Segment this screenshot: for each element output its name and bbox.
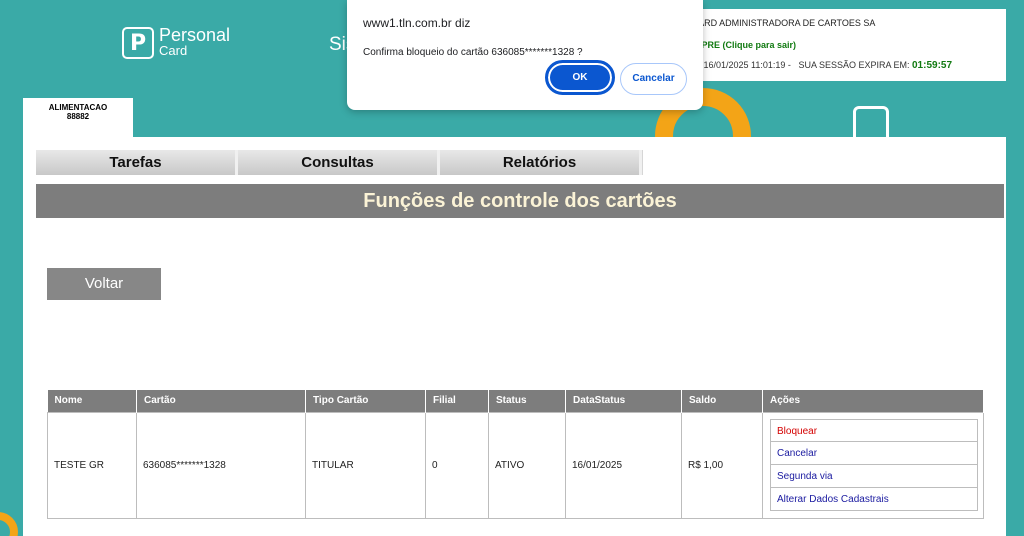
menu-relatorios[interactable]: Relatórios [440, 150, 642, 175]
cell-datastatus: 16/01/2025 [565, 411, 682, 519]
table-row: TESTE GR 636085*******1328 TITULAR 0 ATI… [47, 411, 984, 519]
cell-cartao: 636085*******1328 [136, 411, 306, 519]
card-type-code: 88882 [66, 112, 90, 121]
company-code: 8882 [678, 29, 1006, 40]
action-bloquear[interactable]: Bloquear [770, 419, 978, 442]
session-info-box: UL CARD ADMINISTRADORA DE CARTOES SA 888… [650, 9, 1006, 81]
col-status: Status [488, 390, 566, 412]
menu-consultas[interactable]: Consultas [238, 150, 440, 175]
dialog-title: www1.tln.com.br diz [363, 16, 471, 30]
logo-mark-icon: P [122, 27, 154, 59]
decorative-orange-corner [0, 512, 18, 536]
user-logout-link[interactable]: ESTEPRE (Clique para sair) [678, 40, 1006, 51]
col-cartao: Cartão [136, 390, 306, 412]
action-cancelar[interactable]: Cancelar [770, 442, 978, 465]
cell-tipo: TITULAR [305, 411, 426, 519]
logo-text-line1: Personal [159, 25, 231, 45]
action-alterar-dados[interactable]: Alterar Dados Cadastrais [770, 488, 978, 511]
cards-table: Nome Cartão Tipo Cartão Filial Status Da… [47, 390, 984, 519]
table-header-row: Nome Cartão Tipo Cartão Filial Status Da… [47, 390, 984, 412]
cell-nome: TESTE GR [47, 411, 137, 519]
dialog-cancel-button[interactable]: Cancelar [620, 63, 687, 95]
col-filial: Filial [425, 390, 489, 412]
cell-saldo: R$ 1,00 [681, 411, 763, 519]
cell-acoes: Bloquear Cancelar Segunda via Alterar Da… [762, 411, 984, 519]
col-datastatus: DataStatus [565, 390, 682, 412]
col-tipo-cartao: Tipo Cartão [305, 390, 426, 412]
card-type-tab[interactable]: ALIMENTACAO 88882 [23, 98, 133, 140]
card-type-name: ALIMENTACAO [48, 103, 108, 112]
menu-tarefas[interactable]: Tarefas [36, 150, 238, 175]
session-line: O EM 16/01/2025 11:01:19 - SUA SESSÃO EX… [678, 60, 1006, 71]
dialog-ok-button[interactable]: OK [545, 60, 615, 95]
dialog-message: Confirma bloqueio do cartão 636085******… [363, 47, 583, 58]
logo-text-line2: Card [159, 43, 188, 58]
action-segunda-via[interactable]: Segunda via [770, 465, 978, 488]
main-panel: Tarefas Consultas Relatórios Funções de … [23, 137, 1006, 536]
voltar-button[interactable]: Voltar [47, 268, 161, 300]
confirm-dialog: www1.tln.com.br diz Confirma bloqueio do… [347, 0, 703, 110]
page-title: Funções de controle dos cartões [36, 184, 1004, 218]
logo-text: Personal Card [159, 25, 231, 58]
main-menu: Tarefas Consultas Relatórios [36, 150, 643, 175]
col-saldo: Saldo [681, 390, 763, 412]
col-nome: Nome [47, 390, 137, 412]
cell-status: ATIVO [488, 411, 566, 519]
session-expiry-label: SUA SESSÃO EXPIRA EM: [798, 60, 910, 70]
personal-card-logo: P Personal Card [122, 25, 231, 59]
session-expiry-time: 01:59:57 [912, 60, 953, 71]
col-acoes: Ações [762, 390, 984, 412]
company-name: UL CARD ADMINISTRADORA DE CARTOES SA [678, 18, 876, 28]
cell-filial: 0 [425, 411, 489, 519]
